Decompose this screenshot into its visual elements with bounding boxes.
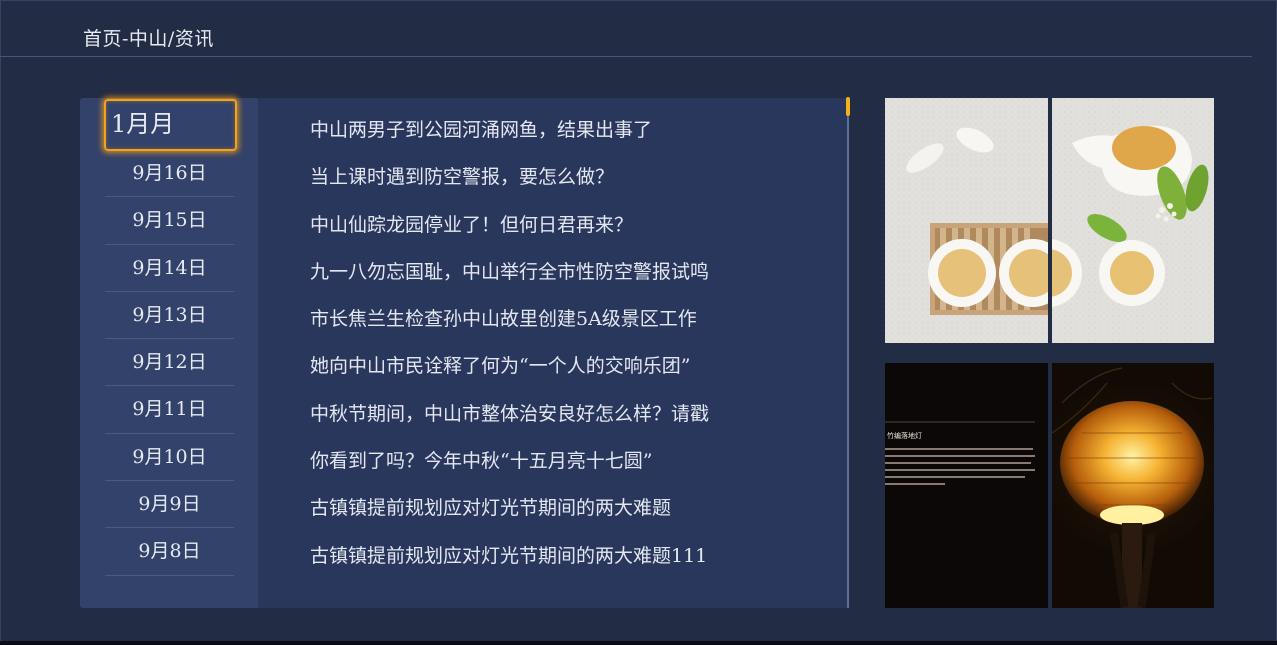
date-item-current[interactable]: 1月月 bbox=[105, 98, 234, 150]
date-item[interactable]: 9月13日 bbox=[105, 292, 234, 340]
header-divider bbox=[0, 56, 1252, 57]
scrollbar-thumb[interactable] bbox=[846, 97, 850, 116]
date-menu: 1月月 9月16日 9月15日 9月14日 9月13日 9月12日 9月11日 … bbox=[80, 98, 260, 608]
article-item[interactable]: 古镇镇提前规划应对灯光节期间的两大难题 bbox=[310, 485, 830, 532]
lamp-caption-title: 竹编落地灯 bbox=[887, 432, 922, 440]
scrollbar-track[interactable] bbox=[847, 98, 849, 608]
date-item[interactable]: 9月11日 bbox=[105, 386, 234, 434]
article-item[interactable]: 市长焦兰生检查孙中山故里创建5A级景区工作 bbox=[310, 296, 830, 343]
date-item[interactable]: 9月14日 bbox=[105, 245, 234, 292]
date-item[interactable]: 9月10日 bbox=[105, 434, 234, 482]
date-item[interactable]: 9月16日 bbox=[105, 150, 234, 198]
lamp-image[interactable] bbox=[1052, 363, 1214, 608]
article-item[interactable]: 古镇镇提前规划应对灯光节期间的两大难题111 bbox=[310, 533, 830, 580]
bottom-bar bbox=[0, 641, 1277, 645]
article-item[interactable]: 她向中山市民诠释了何为“一个人的交响乐团” bbox=[310, 343, 830, 390]
article-item[interactable]: 九一八勿忘国耻，中山举行全市性防空警报试鸣 bbox=[310, 249, 830, 296]
date-item[interactable]: 9月12日 bbox=[105, 339, 234, 387]
article-list: 中山两男子到公园河涌网鱼，结果出事了 当上课时遇到防空警报，要怎么做？ 中山仙踪… bbox=[310, 107, 830, 580]
date-list: 1月月 9月16日 9月15日 9月14日 9月13日 9月12日 9月11日 … bbox=[105, 98, 234, 576]
article-item[interactable]: 中秋节期间，中山市整体治安良好怎么样？请戳 bbox=[310, 391, 830, 438]
breadcrumb: 首页-中山/资讯 bbox=[83, 28, 214, 50]
article-panel: 中山两男子到公园河涌网鱼，结果出事了 当上课时遇到防空警报，要怎么做？ 中山仙踪… bbox=[258, 98, 848, 608]
date-item[interactable]: 9月15日 bbox=[105, 197, 234, 245]
article-item[interactable]: 中山两男子到公园河涌网鱼，结果出事了 bbox=[310, 107, 830, 154]
tea-image-left[interactable] bbox=[885, 98, 1048, 343]
date-item[interactable]: 9月8日 bbox=[105, 528, 234, 576]
article-item[interactable]: 中山仙踪龙园停业了！但何日君再来？ bbox=[310, 202, 830, 249]
article-item[interactable]: 当上课时遇到防空警报，要怎么做？ bbox=[310, 154, 830, 201]
tea-image-right[interactable] bbox=[1052, 98, 1214, 343]
lamp-catalog-image[interactable]: 竹编落地灯 bbox=[885, 363, 1048, 608]
article-item[interactable]: 你看到了吗？今年中秋“十五月亮十七圆” bbox=[310, 438, 830, 485]
date-item[interactable]: 9月9日 bbox=[105, 481, 234, 529]
